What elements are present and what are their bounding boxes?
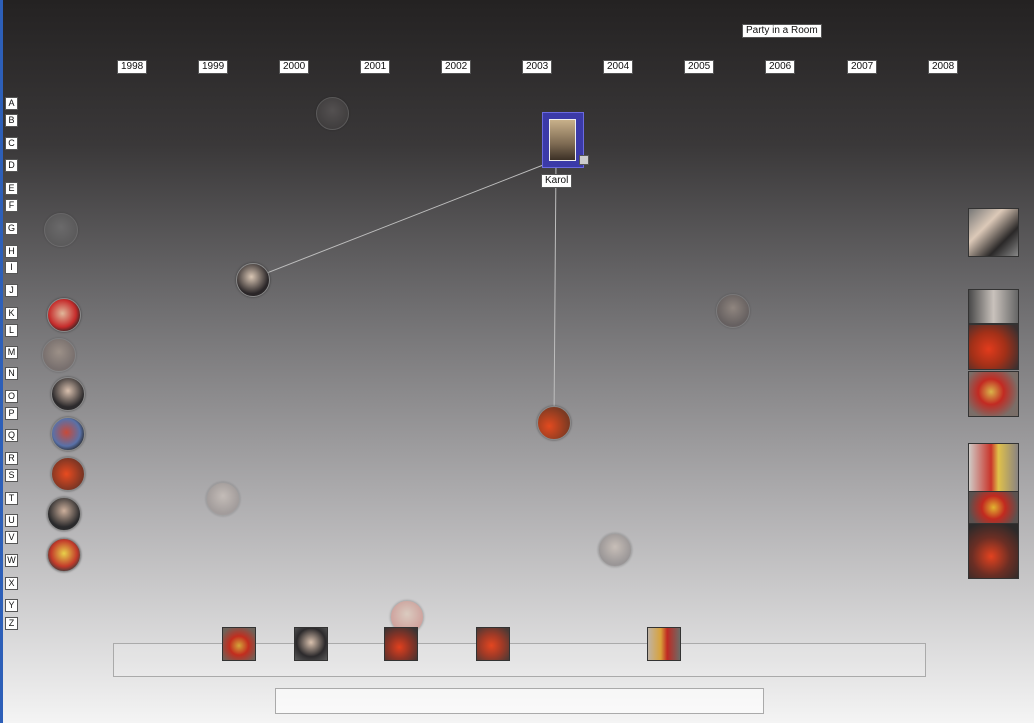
side-photo[interactable] — [968, 324, 1019, 370]
side-photo[interactable] — [968, 443, 1019, 492]
thumbnail[interactable] — [647, 627, 681, 661]
person-node[interactable] — [598, 533, 632, 567]
person-node-left[interactable] — [47, 497, 81, 531]
link-line-2 — [553, 159, 557, 423]
connection-lines — [253, 159, 557, 423]
selected-person-name[interactable]: Karol — [541, 174, 573, 188]
person-node-left[interactable] — [51, 417, 85, 451]
side-photo[interactable] — [968, 289, 1019, 324]
selected-photo[interactable] — [549, 119, 576, 161]
side-photo[interactable] — [968, 491, 1019, 524]
thumbnail[interactable] — [294, 627, 328, 661]
person-node[interactable] — [716, 294, 750, 328]
thumbnail[interactable] — [384, 627, 418, 661]
thumbnail[interactable] — [476, 627, 510, 661]
person-node-left[interactable] — [47, 538, 81, 572]
person-node[interactable] — [206, 482, 240, 516]
thumbnail[interactable] — [222, 627, 256, 661]
photo-stack-icon[interactable] — [579, 155, 589, 165]
person-node-left[interactable] — [44, 213, 78, 247]
person-node-left[interactable] — [42, 338, 76, 372]
person-node-left[interactable] — [51, 457, 85, 491]
side-photo[interactable] — [968, 523, 1019, 579]
side-photo[interactable] — [968, 208, 1019, 257]
person-node-left[interactable] — [51, 377, 85, 411]
person-node[interactable] — [537, 406, 571, 440]
person-node[interactable] — [316, 97, 349, 130]
link-line-1 — [253, 159, 557, 279]
side-photo[interactable] — [968, 371, 1019, 417]
person-node-left[interactable] — [47, 298, 81, 332]
person-node[interactable] — [236, 263, 270, 297]
info-panel — [275, 688, 764, 714]
